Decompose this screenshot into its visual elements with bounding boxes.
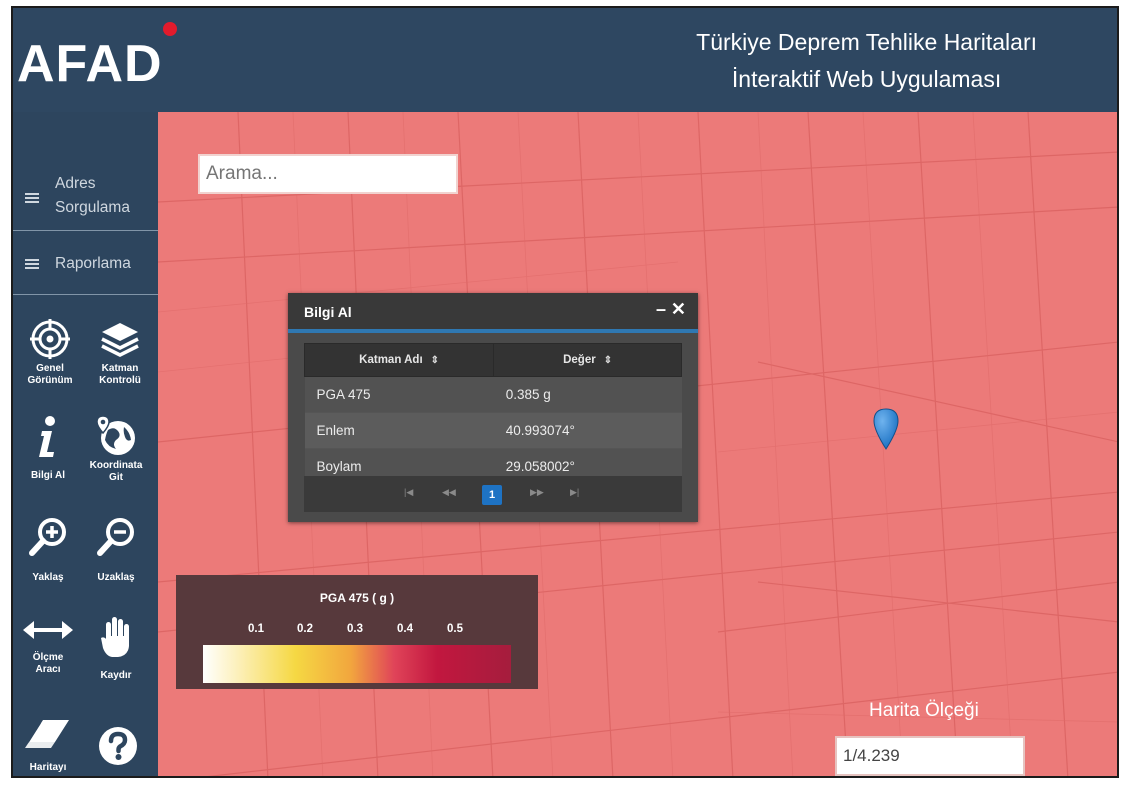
column-header-katman-adi[interactable]: Katman Adı ⇕ — [303, 343, 495, 377]
cell-value: 40.993074° — [493, 412, 682, 449]
tool-label: Bilgi Al — [30, 470, 66, 481]
flag-icon — [163, 22, 177, 36]
last-page-button[interactable]: ▶| — [570, 487, 579, 498]
tool-label: Katman — [101, 363, 139, 374]
zoom-out-icon — [97, 518, 134, 556]
divider — [13, 294, 158, 295]
tool-label: Uzaklaş — [97, 572, 135, 583]
eraser-icon — [25, 720, 69, 748]
app-title-line1: Türkiye Deprem Tehlike Haritaları — [696, 29, 1037, 55]
tool-label: Kontrolü — [99, 375, 141, 386]
tool-koordinata-git[interactable]: Koordinata Git — [81, 414, 151, 484]
sidebar: Adres Sorgulama Raporlama Genel Görünüm — [13, 112, 158, 776]
pga-legend: PGA 475 ( g ) 0.1 0.2 0.3 0.4 0.5 — [176, 575, 538, 689]
info-table: Katman Adı ⇕ Değer ⇕ PGA 475 0.385 g Enlem… — [303, 343, 682, 485]
tool-label: Haritayı — [29, 762, 67, 773]
tool-label: Git — [109, 472, 123, 483]
tool-olcme-araci[interactable]: Ölçme Aracı — [13, 618, 83, 676]
cell-value: 0.385 g — [493, 376, 682, 413]
tool-bilgi-al[interactable]: Bilgi Al — [13, 414, 83, 482]
app-title-line2: İnteraktif Web Uygulaması — [731, 66, 1002, 92]
target-icon — [30, 319, 70, 359]
info-icon — [39, 416, 55, 457]
tool-yaklas[interactable]: Yaklaş — [13, 516, 83, 584]
divider — [13, 230, 158, 231]
map-marker-icon[interactable] — [873, 408, 899, 450]
column-header-label: Katman Adı — [359, 354, 423, 366]
tool-label: Kaydır — [100, 670, 132, 681]
legend-tick: 0.1 — [248, 623, 264, 635]
tool-label: Ölçme — [32, 652, 64, 663]
popup-title: Bilgi Al — [304, 304, 352, 320]
legend-color-bar — [203, 645, 511, 683]
tool-uzaklas[interactable]: Uzaklaş — [81, 516, 151, 584]
popup-header: Bilgi Al – ✕ — [288, 293, 698, 333]
help-icon — [99, 727, 137, 765]
globe-pin-icon — [96, 415, 135, 455]
sort-icon: ⇕ — [430, 355, 440, 366]
afad-logo: AFAD — [17, 35, 163, 93]
legend-tick: 0.5 — [447, 623, 463, 635]
app-title: Türkiye Deprem Tehlike Haritaları İntera… — [696, 24, 1037, 98]
scale-input[interactable] — [835, 736, 1025, 776]
tool-kaydir[interactable]: Kaydır — [81, 614, 151, 682]
minimize-icon[interactable]: – — [656, 299, 666, 320]
tool-genel-gorunum[interactable]: Genel Görünüm — [15, 319, 85, 387]
tool-label: Yaklaş — [32, 572, 64, 583]
tool-label: Genel — [36, 363, 64, 374]
list-icon — [25, 193, 39, 203]
sort-icon: ⇕ — [603, 355, 613, 366]
app-window: AFAD Türkiye Deprem Tehlike Haritaları İ… — [11, 6, 1119, 778]
first-page-button[interactable]: |◀ — [404, 487, 413, 498]
tool-katman-kontrolu[interactable]: Katman Kontrolü — [85, 319, 155, 387]
tool-haritayi-temizle[interactable]: Haritayı — [13, 718, 83, 774]
next-page-button[interactable]: ▶▶ — [530, 487, 544, 498]
column-header-label: Değer — [563, 354, 596, 366]
table-pager: |◀ ◀◀ 1 ▶▶ ▶| — [304, 476, 682, 512]
sidebar-item-adres-sorgulama[interactable]: Adres Sorgulama — [13, 172, 158, 220]
cell-layer-name: PGA 475 — [304, 376, 494, 413]
prev-page-button[interactable]: ◀◀ — [442, 487, 456, 498]
header-bar: AFAD Türkiye Deprem Tehlike Haritaları İ… — [13, 8, 1117, 112]
close-icon[interactable]: ✕ — [671, 299, 686, 320]
measure-arrow-icon — [23, 621, 73, 639]
sidebar-item-raporlama[interactable]: Raporlama — [13, 252, 158, 276]
legend-tick: 0.2 — [297, 623, 313, 635]
tool-help[interactable] — [83, 726, 153, 766]
zoom-in-icon — [29, 518, 66, 556]
map-view[interactable]: Bilgi Al – ✕ Katman Adı ⇕ Değer ⇕ PGA 475 … — [158, 112, 1117, 776]
hand-icon — [101, 617, 129, 657]
legend-tick: 0.4 — [397, 623, 413, 635]
bilgi-al-popup: Bilgi Al – ✕ Katman Adı ⇕ Değer ⇕ PGA 475 … — [288, 293, 698, 522]
scale-label: Harita Ölçeği — [869, 700, 979, 721]
sidebar-item-label: Sorgulama — [55, 199, 130, 216]
cell-layer-name: Enlem — [304, 412, 494, 449]
layers-icon — [101, 323, 139, 357]
sidebar-item-label: Adres — [55, 175, 96, 192]
list-icon — [25, 259, 39, 269]
table-row: PGA 475 0.385 g — [304, 376, 682, 413]
tool-label: Görünüm — [27, 375, 73, 386]
legend-title: PGA 475 ( g ) — [319, 591, 395, 605]
tool-label: Aracı — [35, 664, 61, 675]
legend-tick: 0.3 — [347, 623, 363, 635]
current-page-button[interactable]: 1 — [482, 485, 502, 505]
search-input[interactable] — [198, 154, 458, 194]
sidebar-item-label: Raporlama — [55, 255, 131, 272]
table-row: Enlem 40.993074° — [304, 412, 682, 449]
column-header-deger[interactable]: Değer ⇕ — [493, 343, 682, 377]
tool-label: Koordinata — [89, 460, 143, 471]
